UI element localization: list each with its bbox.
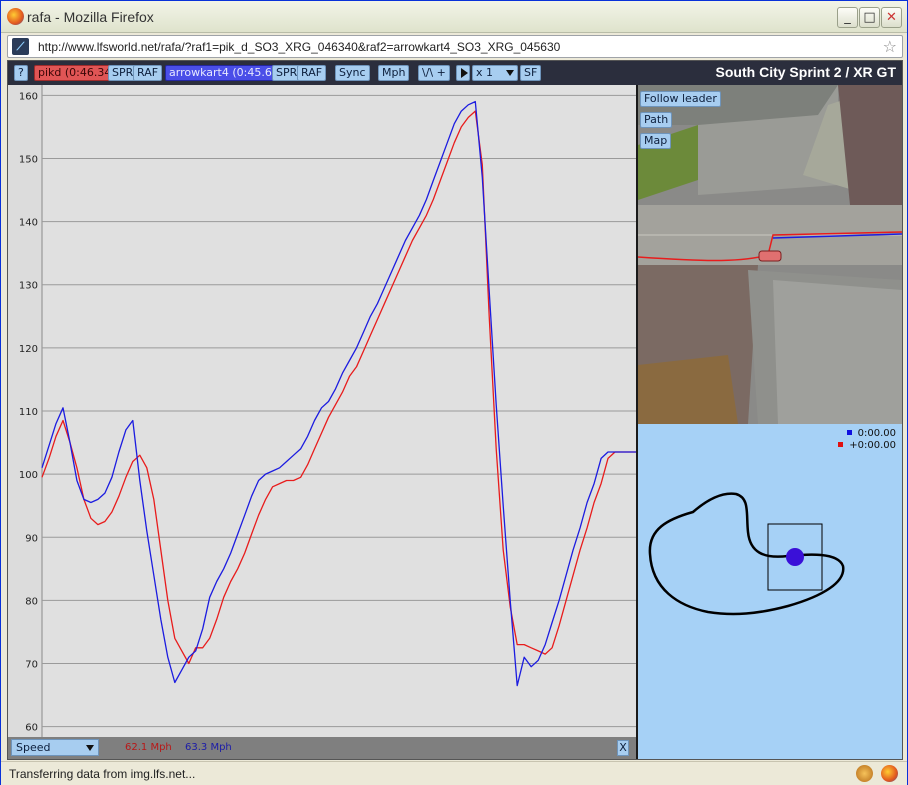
path-button[interactable]: Path [640, 112, 673, 128]
map-legend: 0:00.00 +0:00.00 [838, 428, 896, 452]
address-bar[interactable]: ⟋ http://www.lfsworld.net/rafa/?raf1=pik… [7, 35, 903, 58]
channel-select-value: Speed [16, 741, 51, 754]
chevron-down-icon [506, 70, 514, 76]
legend-blue-square-icon [846, 430, 852, 435]
legend-red-square-icon [838, 442, 844, 447]
units-button[interactable]: Mph [378, 65, 410, 81]
follow-leader-button[interactable]: Follow leader [640, 91, 721, 107]
firefox-icon [7, 8, 24, 25]
play-icon[interactable] [456, 65, 470, 81]
y-tick-label-70: 70 [25, 660, 38, 671]
driver1-current-value: 62.1 Mph [125, 742, 172, 753]
minimize-button[interactable]: _ [837, 7, 858, 28]
status-text: Transferring data from img.lfs.net... [9, 767, 196, 781]
y-tick-label-130: 130 [19, 281, 38, 292]
channel-select[interactable]: Speed [11, 739, 99, 756]
y-tick-label-160: 160 [19, 91, 38, 102]
help-button[interactable]: ? [14, 65, 28, 81]
speed-chart-svg: 60 70 80 90 100 110 120 130 140 150 160 [19, 85, 636, 737]
addon-icon[interactable] [856, 765, 873, 782]
y-tick-label-60: 60 [25, 723, 38, 734]
track-title: South City Sprint 2 / XR GT [715, 64, 896, 80]
app-toolbar: ? pikd (0:46.34) SPR RAF arrowkart4 (0:4… [8, 61, 902, 85]
playback-speed-value: x 1 [476, 66, 494, 79]
zoom-toggle-button[interactable]: \/\ + [418, 65, 450, 81]
car-position-dot [786, 548, 804, 566]
y-axis-ticks: 60 70 80 90 100 110 120 130 140 150 160 [19, 91, 38, 733]
track-camera-view[interactable]: Follow leader Path Map [638, 85, 902, 424]
driver1-raf-button[interactable]: RAF [133, 65, 163, 81]
sf-button[interactable]: SF [520, 65, 542, 81]
playback-speed-select[interactable]: x 1 [472, 65, 518, 81]
y-tick-label-90: 90 [25, 533, 38, 544]
driver2-raf-button[interactable]: RAF [297, 65, 327, 81]
graph-footer: Speed 62.1 Mph 63.3 Mph X [8, 737, 636, 759]
driver2-button[interactable]: arrowkart4 (0:45.63) [165, 65, 288, 81]
chevron-down-icon [86, 745, 94, 751]
speed-graph[interactable]: 60 70 80 90 100 110 120 130 140 150 160 [8, 85, 636, 737]
title-bar: rafa - Mozilla Firefox _ □ ✕ [1, 1, 907, 33]
close-button[interactable]: ✕ [881, 7, 902, 28]
sync-button[interactable]: Sync [335, 65, 370, 81]
map-button[interactable]: Map [640, 133, 672, 149]
aerial-track-image [638, 85, 902, 424]
driver1-button[interactable]: pikd (0:46.34) [34, 65, 120, 81]
maximize-button[interactable]: □ [859, 7, 880, 28]
legend-red-time: +0:00.00 [849, 440, 896, 451]
browser-window: rafa - Mozilla Firefox _ □ ✕ ⟋ http://ww… [0, 0, 908, 785]
replay-analyzer-app: ? pikd (0:46.34) SPR RAF arrowkart4 (0:4… [7, 60, 903, 760]
y-tick-label-100: 100 [19, 470, 38, 481]
bookmark-star-icon[interactable]: ☆ [883, 37, 897, 56]
driver2-current-value: 63.3 Mph [185, 742, 232, 753]
y-tick-label-110: 110 [19, 407, 38, 418]
track-map[interactable]: 0:00.00 +0:00.00 [638, 424, 902, 759]
y-tick-label-120: 120 [19, 344, 38, 355]
y-tick-label-140: 140 [19, 218, 38, 229]
y-tick-label-80: 80 [25, 596, 38, 607]
track-outline [648, 492, 845, 616]
track-outline-svg [648, 492, 845, 616]
close-graph-button[interactable]: X [617, 740, 629, 756]
url-text[interactable]: http://www.lfsworld.net/rafa/?raf1=pik_d… [38, 40, 560, 54]
legend-blue-time: 0:00.00 [857, 428, 896, 439]
status-bar: Transferring data from img.lfs.net... [1, 761, 907, 785]
site-favicon-icon: ⟋ [12, 38, 29, 55]
firefox-status-icon[interactable] [881, 765, 898, 782]
y-tick-label-150: 150 [19, 154, 38, 165]
window-title: rafa - Mozilla Firefox [27, 9, 154, 25]
